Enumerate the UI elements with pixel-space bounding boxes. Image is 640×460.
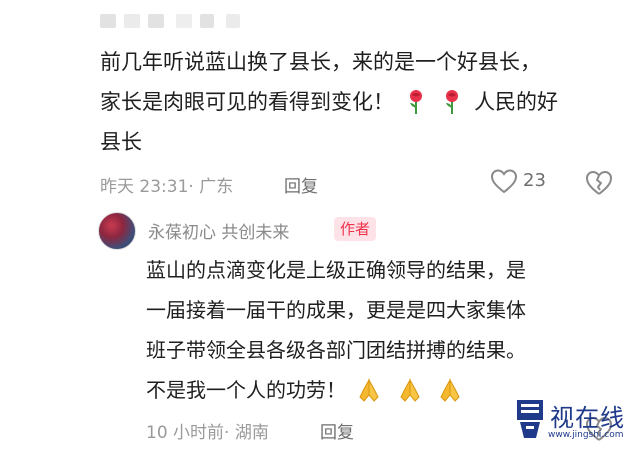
reply-meta: 10 小时前· 湖南 xyxy=(146,418,269,443)
reply-time: 10 小时前 xyxy=(146,423,225,443)
folded-hands-icon xyxy=(440,378,460,402)
comment-text-line-2: 家长是肉眼可见的看得到变化！ 人民的好 xyxy=(100,82,620,122)
redacted-block xyxy=(226,14,240,28)
reply-text-line-3: 班子带领全县各级各部门团结拼搏的结果。 xyxy=(146,338,526,362)
reply-text-line-1: 蓝山的点滴变化是上级正确领导的结果，是 xyxy=(146,258,526,282)
broken-heart-icon[interactable] xyxy=(584,168,614,196)
redacted-block xyxy=(124,14,140,28)
author-badge: 作者 xyxy=(334,217,377,241)
comment-text-line-1: 前几年听说蓝山换了县长，来的是一个好县长， xyxy=(100,50,541,74)
rose-icon xyxy=(409,90,422,114)
comment-text-line-3: 县长 xyxy=(100,130,142,154)
comment-reply-button[interactable]: 回复 xyxy=(284,172,318,197)
watermark-logo-icon xyxy=(517,400,543,438)
reply-text-line-2: 一届接着一届干的成果，更是是四大家集体 xyxy=(146,298,526,322)
redacted-block xyxy=(200,14,214,28)
watermark-url: www.jingshi.com xyxy=(548,430,624,440)
rose-icon xyxy=(446,90,459,114)
avatar[interactable] xyxy=(98,212,136,250)
heart-icon[interactable] xyxy=(490,168,518,194)
comment-text-line-2b: 人民的好 xyxy=(474,90,559,114)
comment-location: · 广东 xyxy=(188,177,234,197)
reply-location: · 湖南 xyxy=(224,423,269,443)
redacted-block xyxy=(148,14,164,28)
folded-hands-icon xyxy=(400,378,420,402)
like-count: 23 xyxy=(523,170,546,191)
comment-time: 昨天 23:31 xyxy=(100,177,189,197)
folded-hands-icon xyxy=(359,378,379,402)
comment-text-line-2a: 家长是肉眼可见的看得到变化！ xyxy=(100,90,394,114)
redacted-block xyxy=(176,14,192,28)
reply-reply-button[interactable]: 回复 xyxy=(320,418,354,443)
reply-text-line-4a: 不是我一个人的功劳！ xyxy=(146,378,346,402)
reply-author-name[interactable]: 永葆初心 共创未来 xyxy=(148,218,289,243)
comment-meta: 昨天 23:31· 广东 xyxy=(100,172,233,197)
watermark-text: 视在线 xyxy=(550,404,625,432)
redacted-block xyxy=(100,14,116,28)
